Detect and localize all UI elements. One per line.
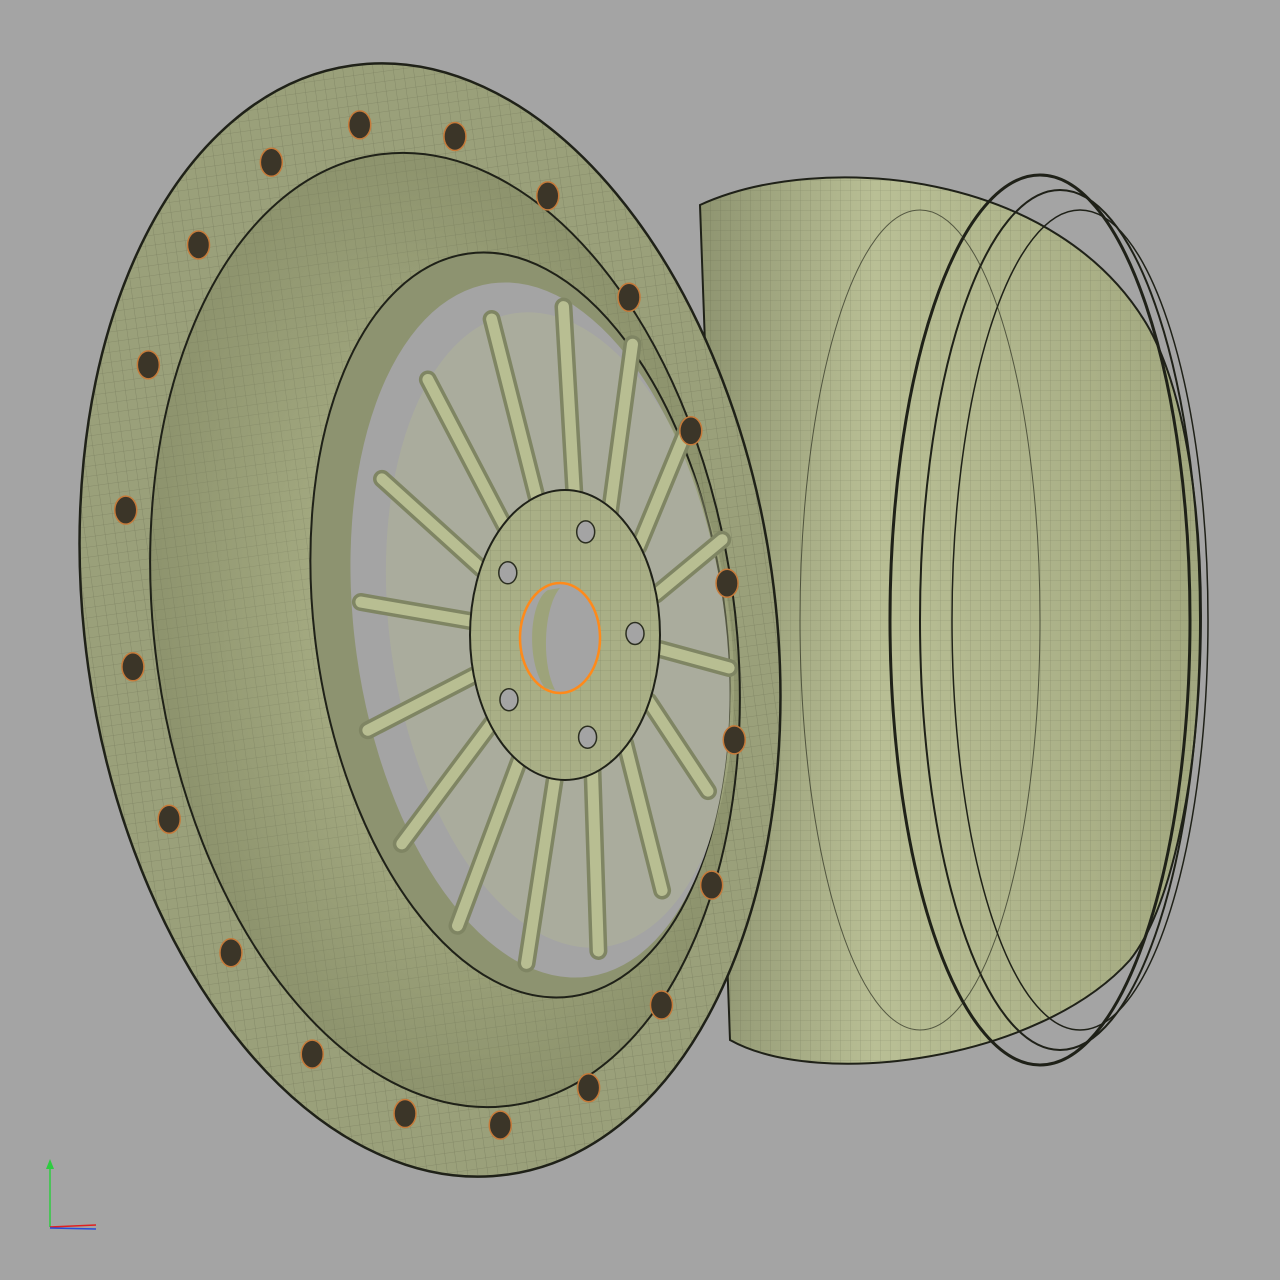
rim-bolt[interactable] xyxy=(649,990,674,1020)
lug-hole xyxy=(498,561,518,585)
rim-bolt[interactable] xyxy=(136,350,161,380)
rim-bolt[interactable] xyxy=(488,1110,513,1140)
wheel-model[interactable] xyxy=(0,0,1280,1280)
rim-bolt[interactable] xyxy=(393,1098,417,1129)
spoke-face xyxy=(586,763,604,957)
rim-bolt[interactable] xyxy=(157,804,181,834)
rim-bolt[interactable] xyxy=(300,1039,324,1069)
rim-bolt[interactable] xyxy=(113,495,138,525)
rim-bolt[interactable] xyxy=(715,568,739,598)
axis-triad xyxy=(46,1159,97,1230)
rim-bolt[interactable] xyxy=(536,181,560,211)
rim-bolt[interactable] xyxy=(576,1072,601,1103)
z-axis-line xyxy=(49,1227,97,1230)
rim-bolt[interactable] xyxy=(121,652,145,682)
x-axis-line xyxy=(49,1224,97,1228)
lug-hole xyxy=(499,687,519,712)
rim-bolt[interactable] xyxy=(259,147,284,178)
rim-bolt[interactable] xyxy=(186,230,211,260)
lug-hole xyxy=(625,621,645,646)
y-axis-arrow xyxy=(46,1159,54,1169)
center-bore-selected-edge[interactable] xyxy=(518,581,602,695)
rim-bolt[interactable] xyxy=(443,121,467,152)
rim-bolt[interactable] xyxy=(679,416,703,446)
lug-hole xyxy=(577,725,598,749)
rim-bolt[interactable] xyxy=(699,870,724,900)
lug-hole xyxy=(575,520,596,544)
rim-bolt[interactable] xyxy=(617,282,641,313)
rim-bolt[interactable] xyxy=(347,110,372,140)
cad-3d-viewport[interactable] xyxy=(0,0,1280,1280)
rim-bolt[interactable] xyxy=(722,725,747,755)
center-hub[interactable] xyxy=(469,489,661,781)
rim-bolt[interactable] xyxy=(219,937,243,968)
